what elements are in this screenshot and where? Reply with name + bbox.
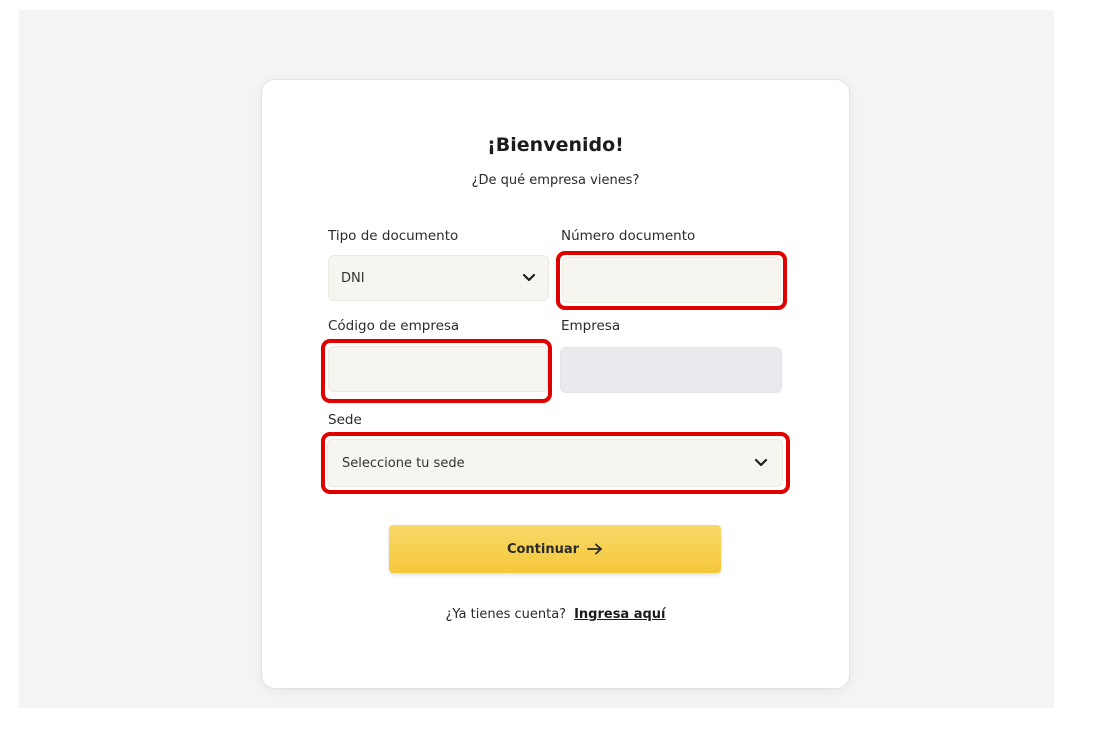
company-code-label: Código de empresa — [328, 318, 460, 334]
site-label: Sede — [328, 412, 362, 428]
registration-card: ¡Bienvenido! ¿De qué empresa vienes? Tip… — [261, 79, 850, 689]
site-select[interactable]: Seleccione tu sede — [327, 439, 783, 487]
continue-label: Continuar — [506, 541, 580, 557]
page-subtitle: ¿De qué empresa vienes? — [471, 173, 640, 188]
login-prompt: ¿Ya tienes cuenta? Ingresa aquí — [262, 607, 849, 622]
login-link[interactable]: Ingresa aquí — [574, 607, 665, 622]
page-title: ¡Bienvenido! — [487, 134, 624, 156]
company-field — [560, 347, 782, 393]
doc-type-label: Tipo de documento — [328, 228, 459, 244]
doc-type-select[interactable]: DNI — [328, 255, 549, 301]
company-label: Empresa — [561, 318, 621, 334]
account-prompt-text: ¿Ya tienes cuenta? — [445, 607, 567, 622]
doc-type-value: DNI — [341, 270, 365, 286]
continue-button[interactable]: Continuar — [389, 525, 721, 573]
chevron-down-icon — [754, 458, 768, 467]
doc-number-input[interactable] — [562, 257, 781, 303]
site-value: Seleccione tu sede — [342, 455, 465, 471]
doc-number-label: Número documento — [561, 228, 696, 244]
arrow-right-icon — [587, 543, 602, 555]
company-code-input[interactable] — [328, 346, 548, 392]
chevron-down-icon — [522, 273, 536, 282]
